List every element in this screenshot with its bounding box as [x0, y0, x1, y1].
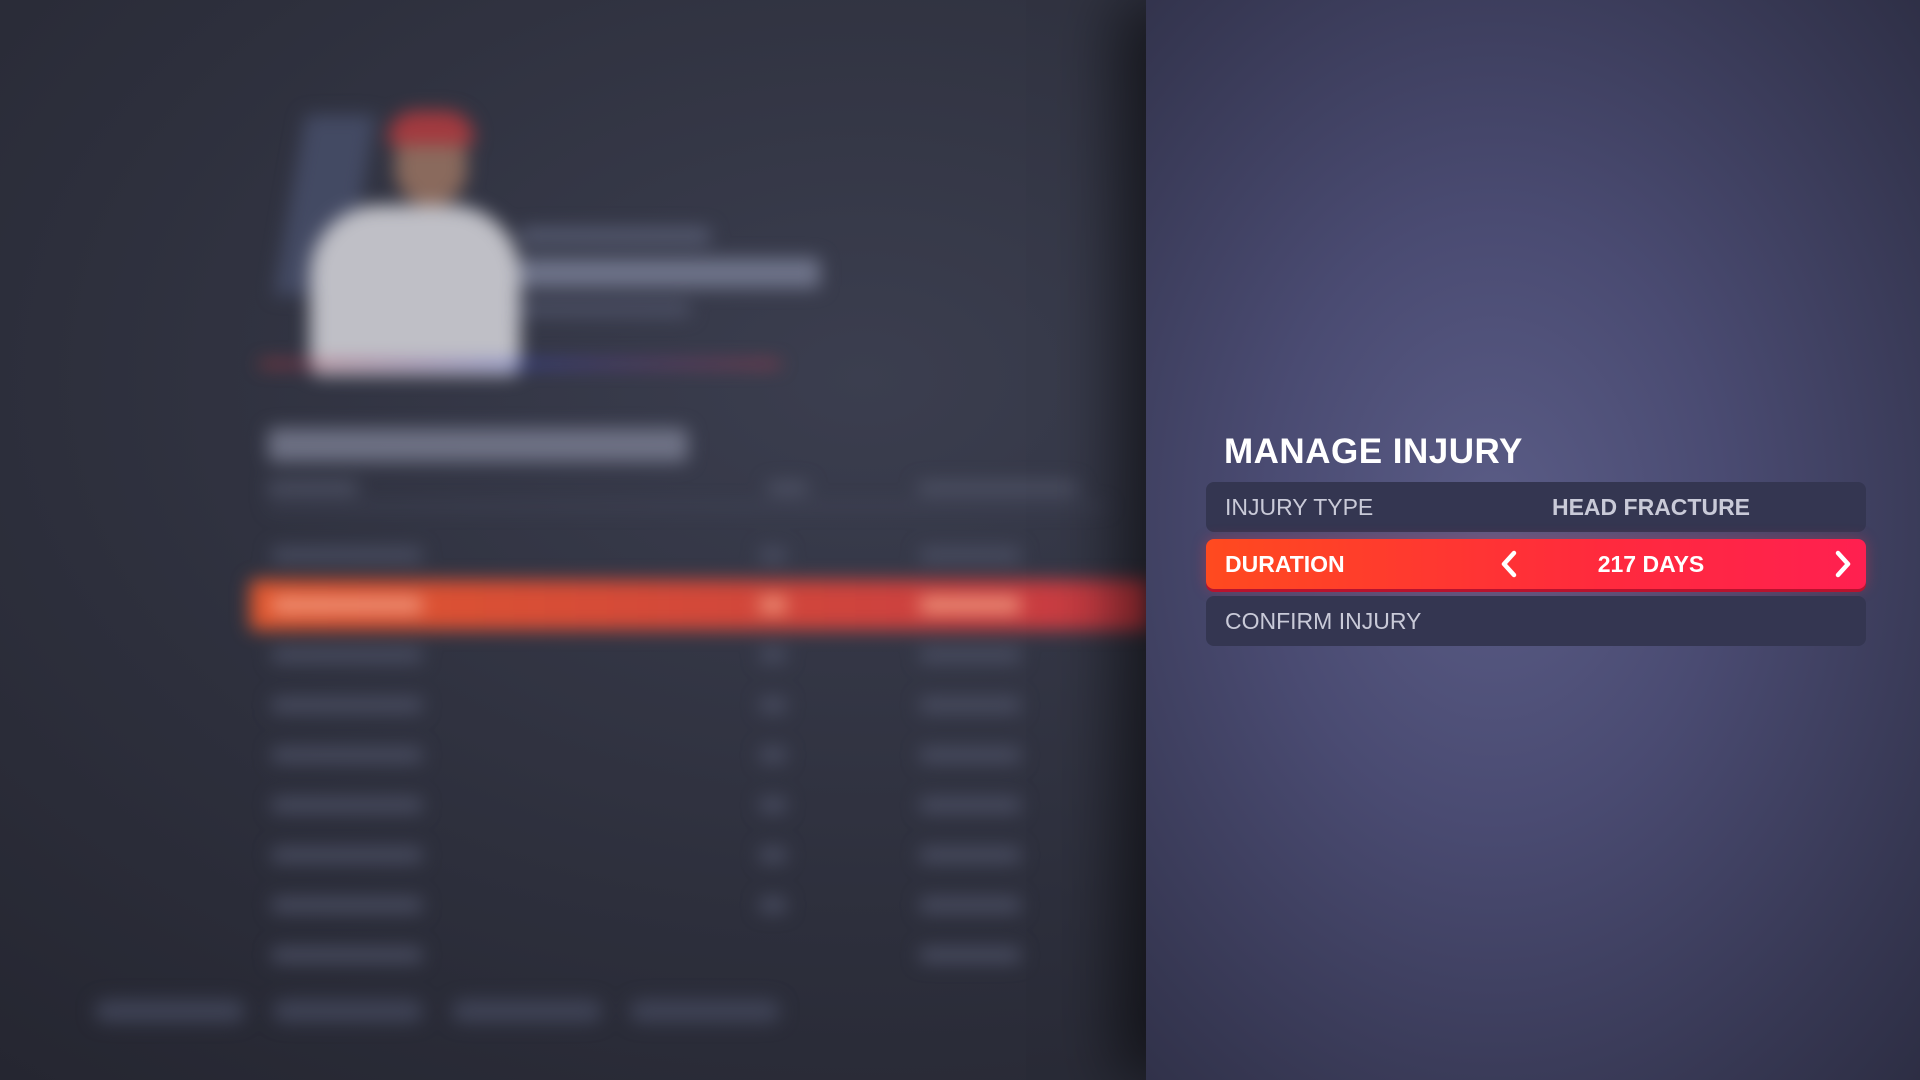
list-item [250, 530, 1150, 580]
list-item [250, 780, 1150, 830]
list-item [250, 630, 1150, 680]
panel-title: MANAGE INJURY [1224, 432, 1523, 471]
column-header [768, 482, 808, 494]
player-cap [388, 111, 474, 145]
list-item-active [250, 580, 1150, 630]
list-item [250, 880, 1150, 930]
injury-menu: INJURY TYPE HEAD FRACTURE DURATION 217 D… [1206, 482, 1866, 653]
list-item [250, 830, 1150, 880]
column-header [268, 482, 358, 494]
background-list [250, 530, 1150, 980]
player-team-blur [520, 302, 690, 316]
header-rule [268, 505, 1108, 508]
button-hint [630, 1000, 781, 1022]
injury-type-row[interactable]: INJURY TYPE HEAD FRACTURE [1206, 482, 1866, 532]
player-name-blur [520, 258, 820, 288]
button-hint [451, 1000, 602, 1022]
duration-label: DURATION [1225, 550, 1345, 577]
button-hint [273, 1000, 424, 1022]
list-item [250, 730, 1150, 780]
manage-injury-panel: MANAGE INJURY INJURY TYPE HEAD FRACTURE … [1146, 0, 1920, 1080]
list-item [250, 930, 1150, 980]
player-portrait [250, 105, 520, 375]
button-hint [95, 1000, 245, 1022]
injury-type-value: HEAD FRACTURE [1551, 493, 1751, 520]
chevron-right-icon[interactable] [1828, 550, 1856, 578]
player-info [520, 228, 820, 316]
column-headers-blur [268, 482, 1108, 494]
confirm-injury-label: CONFIRM INJURY [1225, 607, 1422, 634]
section-title-blur [268, 428, 688, 462]
confirm-injury-row[interactable]: CONFIRM INJURY [1206, 596, 1866, 646]
background-button-hints [95, 1000, 804, 1027]
player-header-rule [260, 362, 780, 366]
list-item [250, 680, 1150, 730]
player-jersey [310, 205, 520, 375]
duration-row[interactable]: DURATION 217 DAYS [1206, 539, 1866, 589]
injury-type-label: INJURY TYPE [1225, 493, 1374, 520]
player-position-blur [520, 228, 710, 244]
column-header [918, 482, 1078, 494]
duration-value: 217 DAYS [1597, 550, 1705, 577]
